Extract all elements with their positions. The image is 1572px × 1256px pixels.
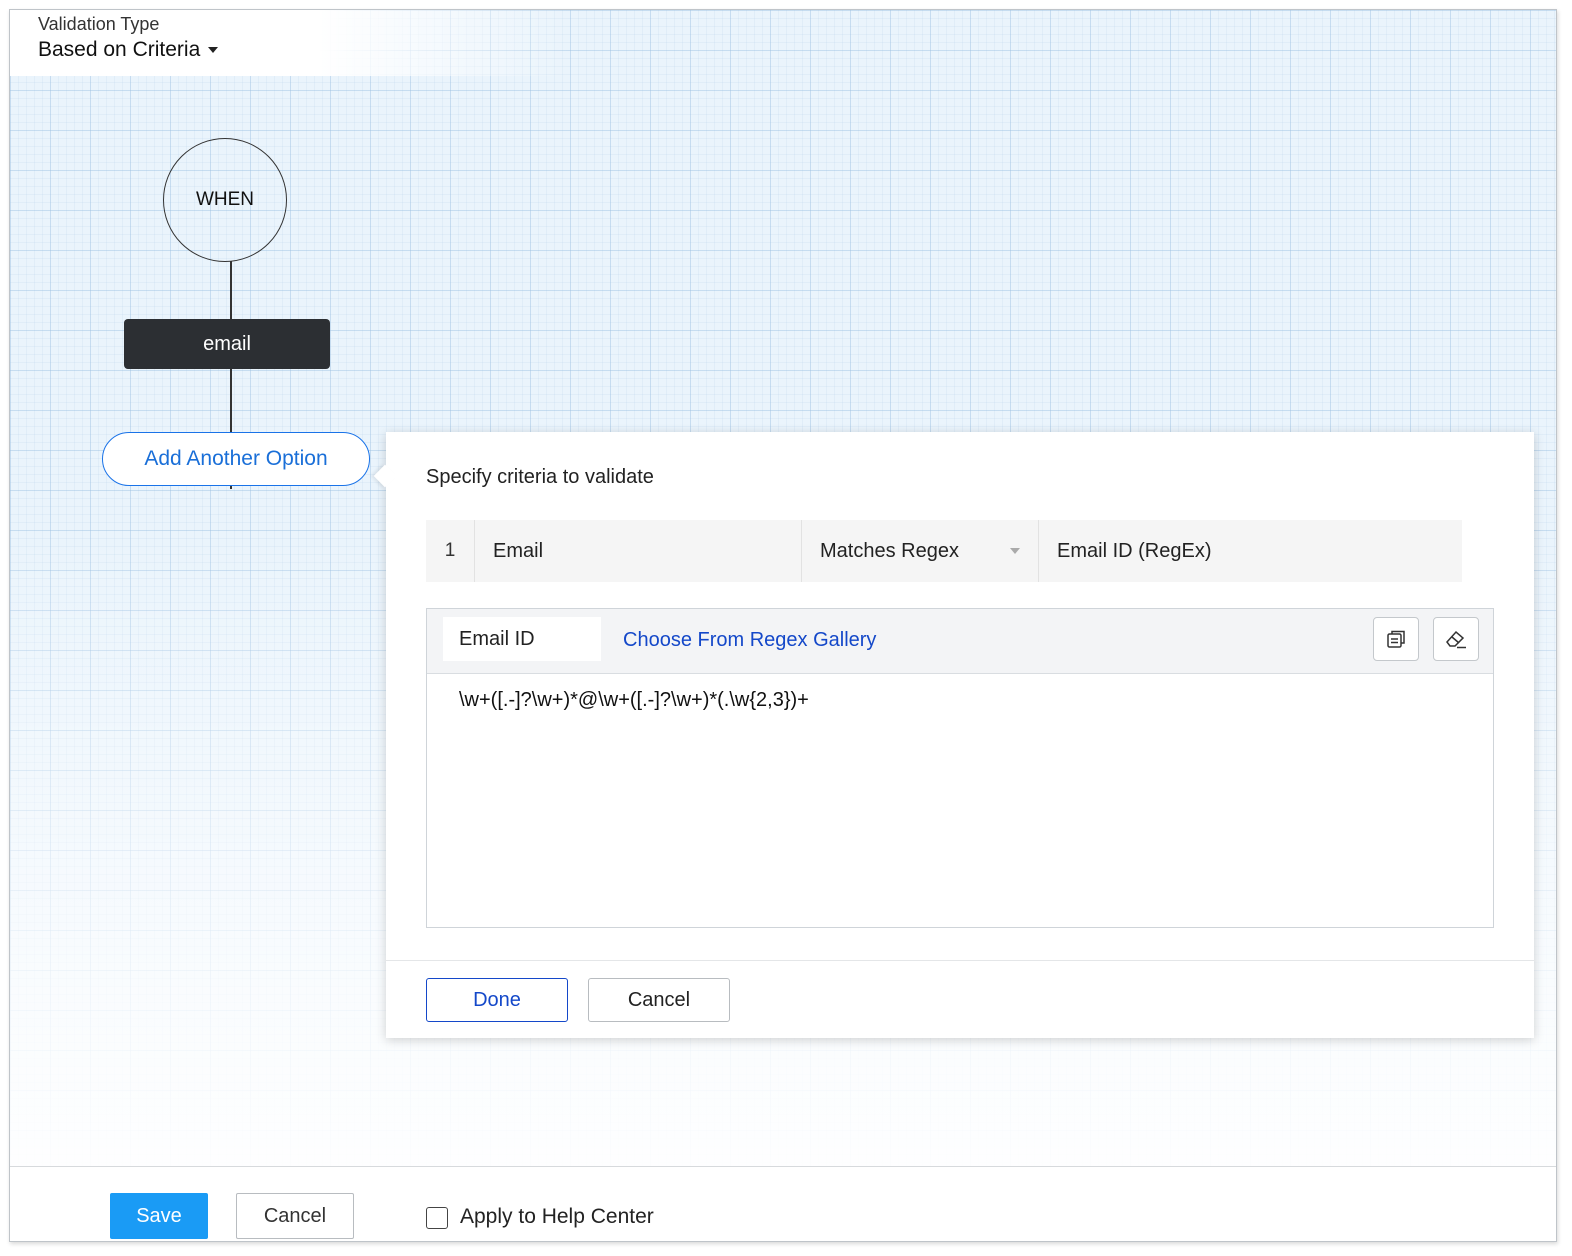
cancel-button[interactable]: Cancel bbox=[236, 1193, 354, 1239]
criteria-operator-value: Matches Regex bbox=[820, 539, 959, 562]
copy-icon bbox=[1387, 630, 1405, 648]
divider bbox=[386, 960, 1534, 961]
save-button[interactable]: Save bbox=[110, 1193, 208, 1239]
footer-bar: Save Cancel Apply to Help Center bbox=[10, 1166, 1556, 1241]
caret-down-icon bbox=[208, 47, 219, 53]
apply-help-center-label: Apply to Help Center bbox=[460, 1205, 654, 1228]
criteria-index: 1 bbox=[426, 520, 475, 582]
done-button[interactable]: Done bbox=[426, 978, 568, 1022]
regex-pattern-text[interactable]: \w+([.-]?\w+)*@\w+([.-]?\w+)*(.\w{2,3})+ bbox=[459, 689, 809, 712]
panel-title: Specify criteria to validate bbox=[426, 466, 654, 488]
copy-button[interactable] bbox=[1373, 617, 1419, 661]
chevron-down-icon bbox=[1010, 548, 1020, 554]
apply-help-center-checkbox[interactable] bbox=[426, 1207, 448, 1229]
field-node-label: email bbox=[203, 332, 251, 355]
criteria-panel: Specify criteria to validate 1 Email Mat… bbox=[373, 432, 1534, 1038]
validation-type-dropdown[interactable]: Based on Criteria bbox=[38, 38, 219, 62]
connector-line bbox=[230, 261, 232, 319]
criteria-operator-select[interactable]: Matches Regex bbox=[802, 520, 1039, 582]
when-node: WHEN bbox=[163, 138, 287, 262]
criteria-field[interactable]: Email bbox=[475, 520, 802, 582]
eraser-icon bbox=[1446, 630, 1466, 649]
regex-gallery-link[interactable]: Choose From Regex Gallery bbox=[623, 629, 876, 652]
panel-cancel-button[interactable]: Cancel bbox=[588, 978, 730, 1022]
criteria-value[interactable]: Email ID (RegEx) bbox=[1039, 520, 1462, 582]
criteria-row: 1 Email Matches Regex Email ID (RegEx) bbox=[426, 520, 1462, 582]
regex-editor-header: Email ID Choose From Regex Gallery bbox=[427, 609, 1493, 674]
validation-type-value: Based on Criteria bbox=[38, 38, 201, 61]
clear-button[interactable] bbox=[1433, 617, 1479, 661]
validation-editor: Validation Type Based on Criteria WHEN e… bbox=[9, 9, 1557, 1242]
validation-type-label: Validation Type bbox=[38, 14, 160, 34]
when-label: WHEN bbox=[195, 189, 255, 210]
regex-editor: Email ID Choose From Regex Gallery \w+([… bbox=[426, 608, 1494, 928]
validation-type-bar: Validation Type Based on Criteria bbox=[10, 10, 570, 76]
field-node[interactable]: email bbox=[124, 319, 330, 369]
add-another-option-button[interactable]: Add Another Option bbox=[102, 432, 370, 486]
regex-name-input[interactable]: Email ID bbox=[443, 617, 601, 661]
